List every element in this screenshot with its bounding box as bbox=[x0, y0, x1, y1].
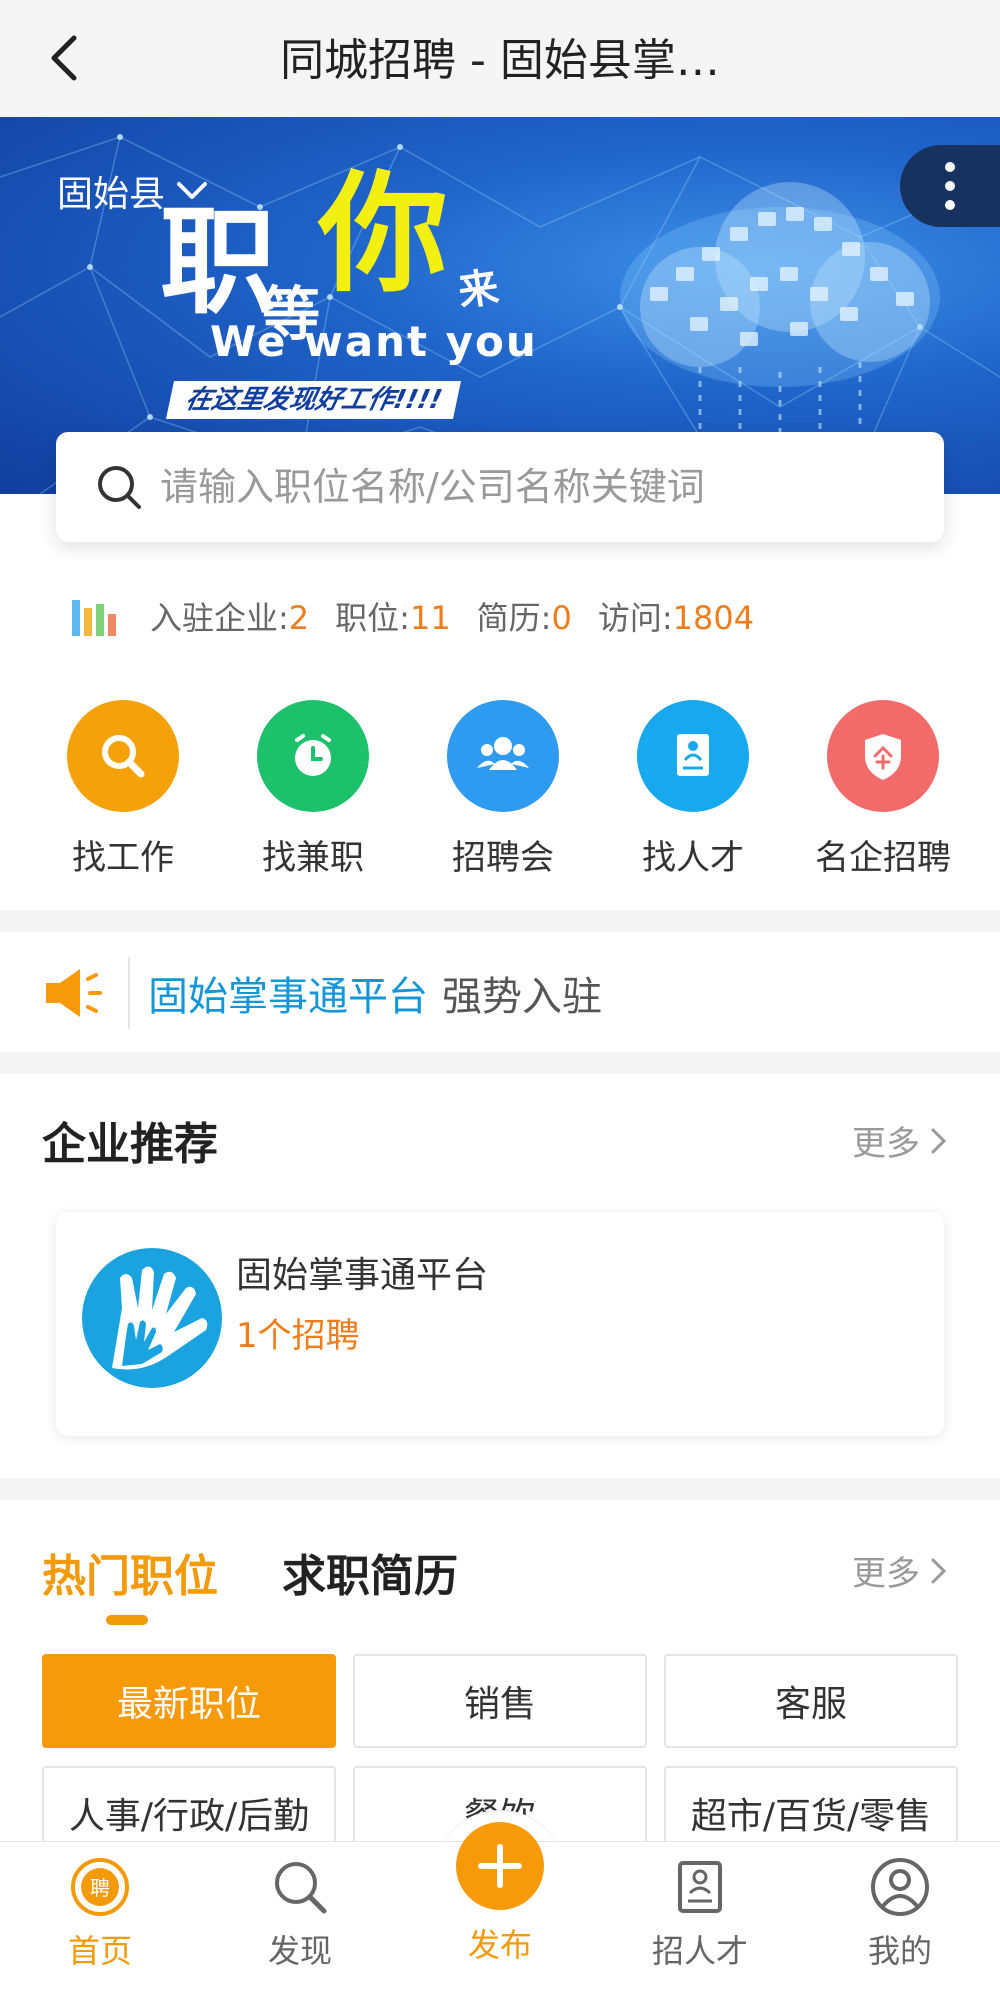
speaker-icon bbox=[46, 969, 102, 1017]
resume-icon bbox=[667, 1854, 733, 1920]
slogan-zhi: 职 bbox=[160, 195, 276, 330]
jobs-more-link[interactable]: 更多 bbox=[852, 1546, 948, 1595]
tab-resumes[interactable]: 求职简历 bbox=[282, 1540, 458, 1604]
more-options-button[interactable] bbox=[900, 145, 1000, 227]
home-recruit-icon: 聘 bbox=[67, 1854, 133, 1920]
notice-divider bbox=[128, 957, 130, 1029]
section-divider bbox=[0, 1478, 1000, 1500]
company-more-link[interactable]: 更多 bbox=[852, 1116, 948, 1165]
search-icon bbox=[67, 700, 179, 812]
chevron-right-icon bbox=[931, 1128, 947, 1153]
tab-find-talent[interactable]: 招人才 bbox=[600, 1842, 800, 1989]
announcement-bar[interactable]: 固始掌事通平台 强势入驻 bbox=[0, 934, 1000, 1052]
people-icon bbox=[447, 700, 559, 812]
back-arrow-icon[interactable] bbox=[40, 30, 96, 86]
more-label: 更多 bbox=[852, 1124, 920, 1164]
stat-jobs: 职位:11 bbox=[335, 599, 451, 637]
search-bar[interactable] bbox=[56, 432, 944, 542]
quick-find-job[interactable]: 找工作 bbox=[28, 700, 218, 879]
quick-famous-companies[interactable]: 名企招聘 bbox=[788, 700, 978, 879]
tab-home-label: 首页 bbox=[67, 1932, 132, 1970]
stat-companies: 入驻企业:2 bbox=[150, 599, 310, 637]
company-shield-icon bbox=[827, 700, 939, 812]
slogan-lai: 来 bbox=[455, 264, 502, 316]
company-name: 固始掌事通平台 bbox=[236, 1255, 489, 1296]
notice-highlight[interactable]: 固始掌事通平台 bbox=[148, 964, 428, 1022]
search-input[interactable] bbox=[160, 465, 880, 509]
quick-part-time[interactable]: 找兼职 bbox=[218, 700, 408, 879]
publish-button[interactable] bbox=[456, 1822, 544, 1910]
tab-discover[interactable]: 发现 bbox=[200, 1842, 400, 1989]
publish-label: 发布 bbox=[467, 1926, 532, 1964]
more-label: 更多 bbox=[852, 1554, 920, 1594]
tab-find-talent-label: 招人才 bbox=[651, 1932, 748, 1970]
notice-text: 强势入驻 bbox=[442, 974, 602, 1020]
bar-chart-icon bbox=[72, 600, 116, 636]
company-card[interactable]: 固始掌事通平台 1个招聘 bbox=[56, 1212, 944, 1436]
slogan-english: We want you bbox=[210, 317, 538, 366]
tab-mine-label: 我的 bbox=[867, 1932, 932, 1970]
top-nav-bar: 同城招聘 - 固始县掌… bbox=[0, 0, 1000, 117]
search-icon bbox=[267, 1854, 333, 1920]
quick-links: 找工作 找兼职 招聘会 找人才 名企招聘 bbox=[0, 700, 1000, 879]
quick-find-talent[interactable]: 找人才 bbox=[598, 700, 788, 879]
user-icon bbox=[867, 1854, 933, 1920]
resume-icon bbox=[637, 700, 749, 812]
city-label: 固始县 bbox=[57, 174, 166, 215]
section-divider bbox=[0, 1052, 1000, 1074]
page-title: 同城招聘 - 固始县掌… bbox=[280, 35, 720, 86]
company-job-count: 1个招聘 bbox=[236, 1316, 360, 1356]
slogan-ni: 你 bbox=[318, 158, 449, 310]
clock-icon bbox=[257, 700, 369, 812]
tab-mine[interactable]: 我的 bbox=[800, 1842, 1000, 1989]
plus-icon bbox=[478, 1844, 522, 1888]
search-icon bbox=[98, 466, 141, 509]
svg-text:聘: 聘 bbox=[90, 1876, 110, 1900]
company-logo bbox=[82, 1248, 222, 1388]
category-sales[interactable]: 销售 bbox=[353, 1654, 647, 1748]
category-customer-service[interactable]: 客服 bbox=[664, 1654, 958, 1748]
section-divider bbox=[0, 910, 1000, 932]
vertical-dots-icon bbox=[945, 162, 955, 210]
stat-resumes: 简历:0 bbox=[476, 599, 572, 637]
tab-home[interactable]: 聘 首页 bbox=[0, 1842, 200, 1989]
tab-hot-jobs[interactable]: 热门职位 bbox=[42, 1540, 218, 1604]
tab-active-indicator bbox=[106, 1615, 148, 1625]
company-section-title: 企业推荐 bbox=[42, 1119, 218, 1170]
stat-visits: 访问:1804 bbox=[597, 599, 755, 637]
slogan-tagline: 在这里发现好工作!!!! bbox=[165, 381, 462, 419]
tab-discover-label: 发现 bbox=[267, 1932, 332, 1970]
site-stats: 入驻企业:2 职位:11 简历:0 访问:1804 bbox=[70, 588, 780, 644]
category-latest[interactable]: 最新职位 bbox=[42, 1654, 336, 1748]
quick-job-fair[interactable]: 招聘会 bbox=[408, 700, 598, 879]
chevron-right-icon bbox=[931, 1558, 947, 1583]
